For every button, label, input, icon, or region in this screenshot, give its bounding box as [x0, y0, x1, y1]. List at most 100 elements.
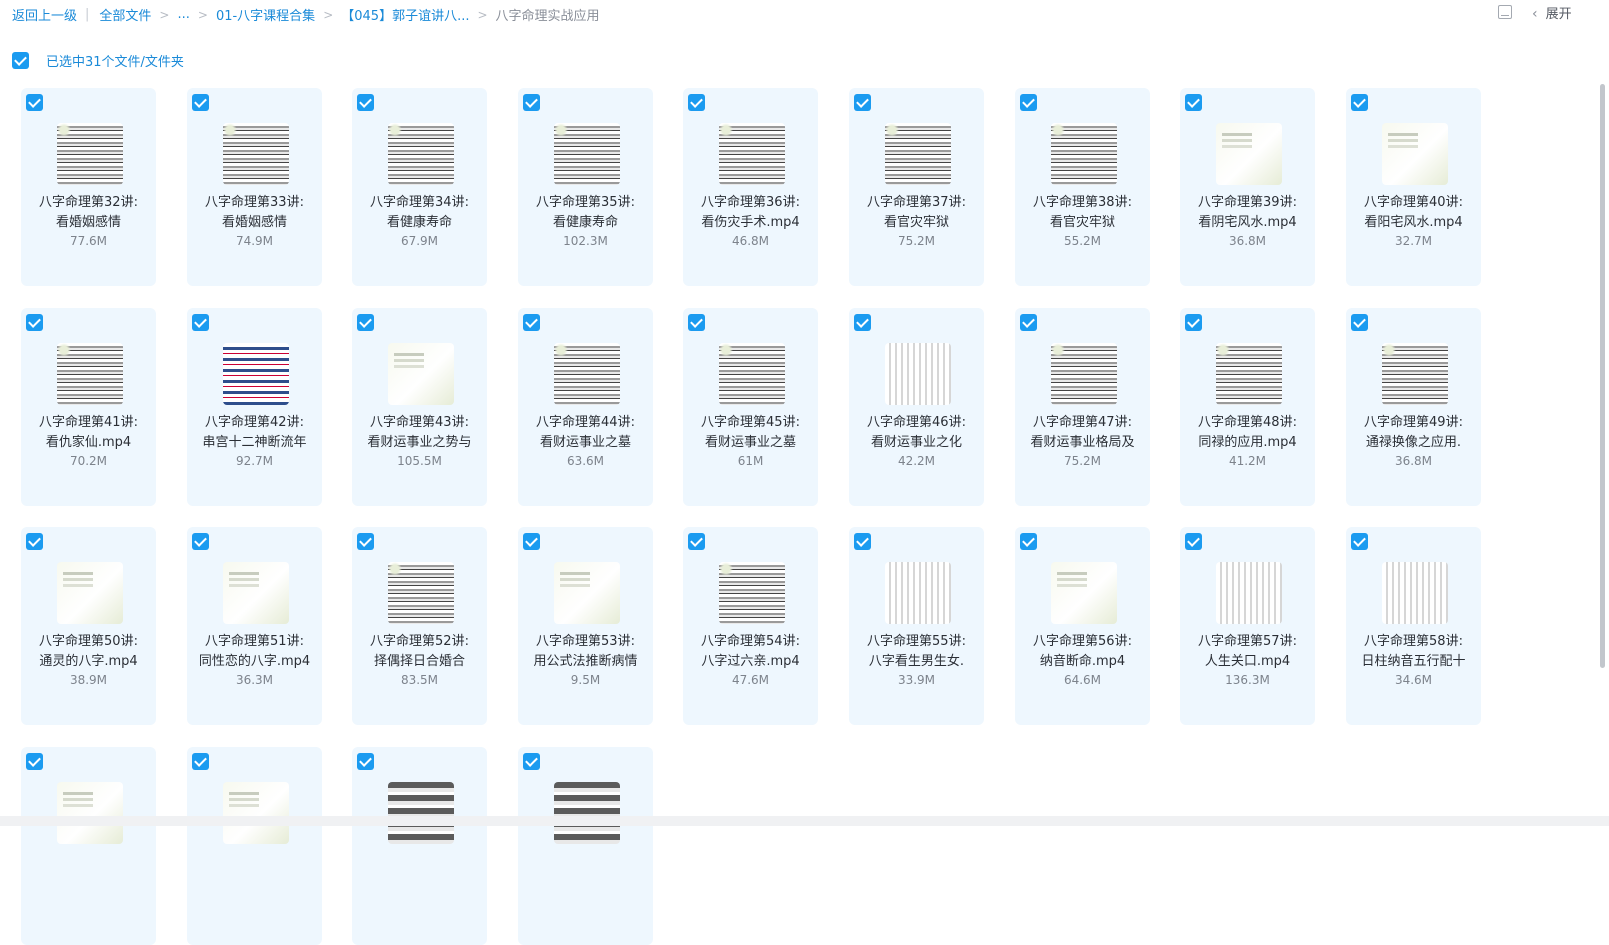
- file-card[interactable]: 八字命理第35讲: 看健康寿命 102.3M: [518, 88, 653, 286]
- file-name: 八字命理第50讲: 通灵的八字.mp4: [25, 632, 152, 672]
- file-card[interactable]: 八字命理第54讲: 八字过六亲.mp4 47.6M: [683, 527, 818, 725]
- file-size: 38.9M: [69, 673, 108, 687]
- file-size: 83.5M: [400, 673, 439, 687]
- file-size: 77.6M: [69, 234, 108, 248]
- file-checkbox[interactable]: [688, 533, 705, 550]
- file-card[interactable]: 八字命理第58讲: 日柱纳音五行配十 34.6M: [1346, 527, 1481, 725]
- file-card[interactable]: 八字命理第36讲: 看伤灾手术.mp4 46.8M: [683, 88, 818, 286]
- file-checkbox[interactable]: [1185, 533, 1202, 550]
- file-card[interactable]: 八字命理第51讲: 同性恋的八字.mp4 36.3M: [187, 527, 322, 725]
- file-name-line1: 八字命理第36讲:: [701, 195, 800, 210]
- file-checkbox[interactable]: [1020, 94, 1037, 111]
- file-checkbox[interactable]: [192, 753, 209, 770]
- file-checkbox[interactable]: [357, 753, 374, 770]
- file-size: 74.9M: [235, 234, 274, 248]
- file-name-line2: 看财运事业之墓: [704, 435, 796, 450]
- file-checkbox[interactable]: [1020, 533, 1037, 550]
- file-checkbox[interactable]: [26, 753, 43, 770]
- file-checkbox[interactable]: [854, 533, 871, 550]
- video-thumbnail: [1382, 123, 1448, 185]
- file-card[interactable]: 八字命理第43讲: 看财运事业之势与 105.5M: [352, 308, 487, 506]
- file-card[interactable]: 八字命理第57讲: 人生关口.mp4 136.3M: [1180, 527, 1315, 725]
- file-card[interactable]: 八字命理第45讲: 看财运事业之墓 61M: [683, 308, 818, 506]
- file-name-line2: 看财运事业之化: [870, 435, 962, 450]
- file-name-line1: 八字命理第35讲:: [536, 195, 635, 210]
- file-checkbox[interactable]: [688, 314, 705, 331]
- file-card[interactable]: 八字命理第48讲: 同禄的应用.mp4 41.2M: [1180, 308, 1315, 506]
- video-thumbnail: [554, 782, 620, 844]
- file-card[interactable]: 八字命理第56讲: 纳音断命.mp4 64.6M: [1015, 527, 1150, 725]
- file-checkbox[interactable]: [854, 94, 871, 111]
- video-thumbnail: [223, 123, 289, 185]
- file-card[interactable]: 八字命理第44讲: 看财运事业之墓 63.6M: [518, 308, 653, 506]
- file-name-line2: 串宫十二神断流年: [202, 435, 307, 450]
- file-card[interactable]: 八字命理第38讲: 看官灾牢狱 55.2M: [1015, 88, 1150, 286]
- file-card[interactable]: [352, 747, 487, 945]
- file-checkbox[interactable]: [26, 94, 43, 111]
- file-name-line2: 看财运事业之势与: [367, 435, 472, 450]
- list-view-icon[interactable]: [1498, 5, 1512, 19]
- file-card[interactable]: 八字命理第50讲: 通灵的八字.mp4 38.9M: [21, 527, 156, 725]
- file-card[interactable]: 八字命理第55讲: 八字看生男生女. 33.9M: [849, 527, 984, 725]
- file-name-line1: 八字命理第49讲:: [1364, 415, 1463, 430]
- file-checkbox[interactable]: [192, 314, 209, 331]
- file-checkbox[interactable]: [26, 533, 43, 550]
- file-checkbox[interactable]: [1351, 94, 1368, 111]
- file-size: 41.2M: [1228, 454, 1267, 468]
- file-name: 八字命理第49讲: 通禄换像之应用.: [1350, 413, 1477, 453]
- file-card[interactable]: 八字命理第37讲: 看官灾牢狱 75.2M: [849, 88, 984, 286]
- file-checkbox[interactable]: [357, 314, 374, 331]
- file-name-line2: 看健康寿命: [386, 215, 452, 230]
- file-checkbox[interactable]: [26, 314, 43, 331]
- file-card[interactable]: 八字命理第33讲: 看婚姻感情 74.9M: [187, 88, 322, 286]
- file-checkbox[interactable]: [1351, 533, 1368, 550]
- file-card[interactable]: 八字命理第32讲: 看婚姻感情 77.6M: [21, 88, 156, 286]
- video-thumbnail: [885, 123, 951, 185]
- file-checkbox[interactable]: [357, 533, 374, 550]
- file-card[interactable]: 八字命理第47讲: 看财运事业格局及 75.2M: [1015, 308, 1150, 506]
- file-card[interactable]: 八字命理第34讲: 看健康寿命 67.9M: [352, 88, 487, 286]
- file-name-line2: 看健康寿命: [552, 215, 618, 230]
- file-card[interactable]: [187, 747, 322, 945]
- file-checkbox[interactable]: [854, 314, 871, 331]
- file-card[interactable]: 八字命理第42讲: 串宫十二神断流年 92.7M: [187, 308, 322, 506]
- select-all-checkbox[interactable]: [12, 51, 29, 69]
- file-card[interactable]: 八字命理第53讲: 用公式法推断病情 9.5M: [518, 527, 653, 725]
- file-checkbox[interactable]: [1351, 314, 1368, 331]
- file-checkbox[interactable]: [1020, 314, 1037, 331]
- file-card[interactable]: 八字命理第41讲: 看仇家仙.mp4 70.2M: [21, 308, 156, 506]
- file-card[interactable]: 八字命理第39讲: 看阴宅风水.mp4 36.8M: [1180, 88, 1315, 286]
- file-name-line1: 八字命理第58讲:: [1364, 634, 1463, 649]
- file-checkbox[interactable]: [1185, 314, 1202, 331]
- breadcrumb-all-files[interactable]: 全部文件: [99, 5, 151, 24]
- file-checkbox[interactable]: [523, 314, 540, 331]
- file-card[interactable]: 八字命理第52讲: 择偶择日合婚合 83.5M: [352, 527, 487, 725]
- breadcrumb-ellipsis[interactable]: ...: [177, 7, 189, 22]
- file-name: 八字命理第36讲: 看伤灾手术.mp4: [687, 193, 814, 233]
- file-checkbox[interactable]: [523, 753, 540, 770]
- selection-bar: 已选中31个文件/文件夹: [12, 51, 184, 70]
- file-checkbox[interactable]: [357, 94, 374, 111]
- file-checkbox[interactable]: [1185, 94, 1202, 111]
- file-card[interactable]: 八字命理第49讲: 通禄换像之应用. 36.8M: [1346, 308, 1481, 506]
- file-checkbox[interactable]: [523, 533, 540, 550]
- breadcrumb-lecture-folder[interactable]: 【045】郭子谊讲八...: [341, 5, 469, 24]
- file-card[interactable]: [21, 747, 156, 945]
- video-thumbnail: [719, 562, 785, 624]
- expand-button[interactable]: ‹ 展开: [1532, 3, 1572, 22]
- vertical-scrollbar[interactable]: [1600, 84, 1605, 668]
- file-card[interactable]: 八字命理第46讲: 看财运事业之化 42.2M: [849, 308, 984, 506]
- file-name: 八字命理第57讲: 人生关口.mp4: [1184, 632, 1311, 672]
- back-link[interactable]: 返回上一级: [12, 5, 77, 24]
- breadcrumb-course-collection[interactable]: 01-八字课程合集: [216, 5, 315, 24]
- file-checkbox[interactable]: [688, 94, 705, 111]
- file-card[interactable]: [518, 747, 653, 945]
- video-thumbnail: [719, 123, 785, 185]
- file-checkbox[interactable]: [192, 94, 209, 111]
- file-name-line2: 看婚姻感情: [221, 215, 287, 230]
- file-card[interactable]: 八字命理第40讲: 看阳宅风水.mp4 32.7M: [1346, 88, 1481, 286]
- file-name: 八字命理第51讲: 同性恋的八字.mp4: [191, 632, 318, 672]
- file-name-line1: 八字命理第56讲:: [1033, 634, 1132, 649]
- file-checkbox[interactable]: [192, 533, 209, 550]
- file-checkbox[interactable]: [523, 94, 540, 111]
